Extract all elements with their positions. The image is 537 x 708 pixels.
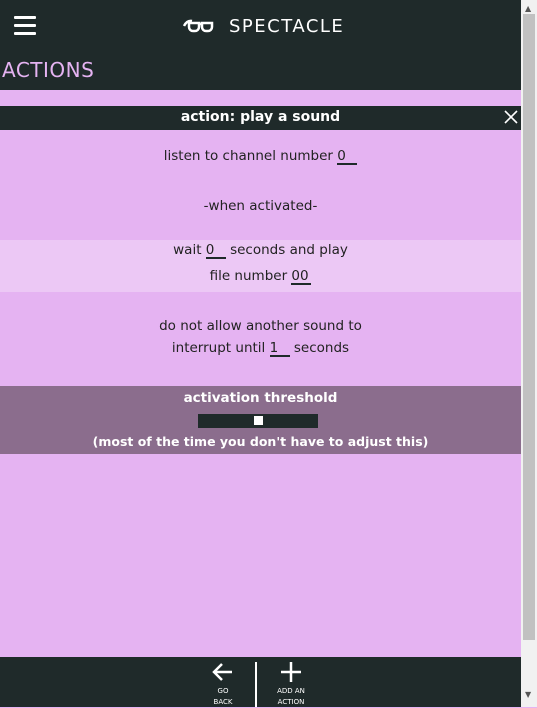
wait-suffix: seconds and play [230,242,348,258]
close-icon[interactable] [503,109,519,125]
interrupt-seconds-input[interactable]: 1 [269,341,290,357]
footer-divider [255,662,257,707]
scroll-down-icon[interactable]: ▼ [525,690,531,699]
action-title: action: play a sound [180,109,341,125]
go-back-label: GO BACK [213,687,233,706]
add-action-label: ADD AN ACTION [277,687,305,706]
file-row: file number 00 [0,268,521,285]
interrupt-label: interrupt until [171,340,266,356]
file-label: file number [209,268,288,284]
plus-icon [281,662,301,682]
go-back-button[interactable]: GO BACK [198,657,248,707]
scroll-thumb[interactable] [523,14,535,640]
interrupt-suffix: seconds [293,340,350,356]
page-title: ACTIONS [2,58,95,82]
threshold-title: activation threshold [183,390,338,406]
threshold-note: (most of the time you don't have to adju… [92,434,429,449]
listen-label: listen to channel number [163,148,333,164]
wait-row: wait 0 seconds and play [0,242,521,259]
threshold-slider[interactable] [198,414,318,428]
scroll-up-icon[interactable]: ▲ [525,4,531,13]
channel-input[interactable]: 0 [337,149,358,165]
wait-seconds-input[interactable]: 0 [205,243,226,259]
listen-row: listen to channel number 0 [0,148,521,165]
interrupt-row: interrupt until 1 seconds [0,340,521,357]
arrow-left-icon [212,663,232,681]
app: SPECTACLE ACTIONS action: play a sound l… [0,0,521,707]
glasses-icon [183,19,214,33]
top-bar: SPECTACLE ACTIONS [0,0,521,90]
action-header: action: play a sound [0,106,521,130]
interrupt-line1: do not allow another sound to [159,318,362,334]
add-action-button[interactable]: ADD AN ACTION [266,657,316,707]
bottom-bar: GO BACK ADD AN ACTION [0,657,521,707]
when-activated-label: -when activated- [203,198,318,214]
wait-label: wait [173,242,202,258]
hamburger-icon[interactable] [14,16,36,36]
scrollbar[interactable]: ▲ ▼ [521,0,537,707]
file-number-input[interactable]: 00 [291,269,312,285]
threshold-panel: activation threshold (most of the time y… [0,386,521,454]
app-name: SPECTACLE [229,15,345,37]
slider-thumb[interactable] [253,416,263,425]
logo: SPECTACLE [183,14,344,38]
